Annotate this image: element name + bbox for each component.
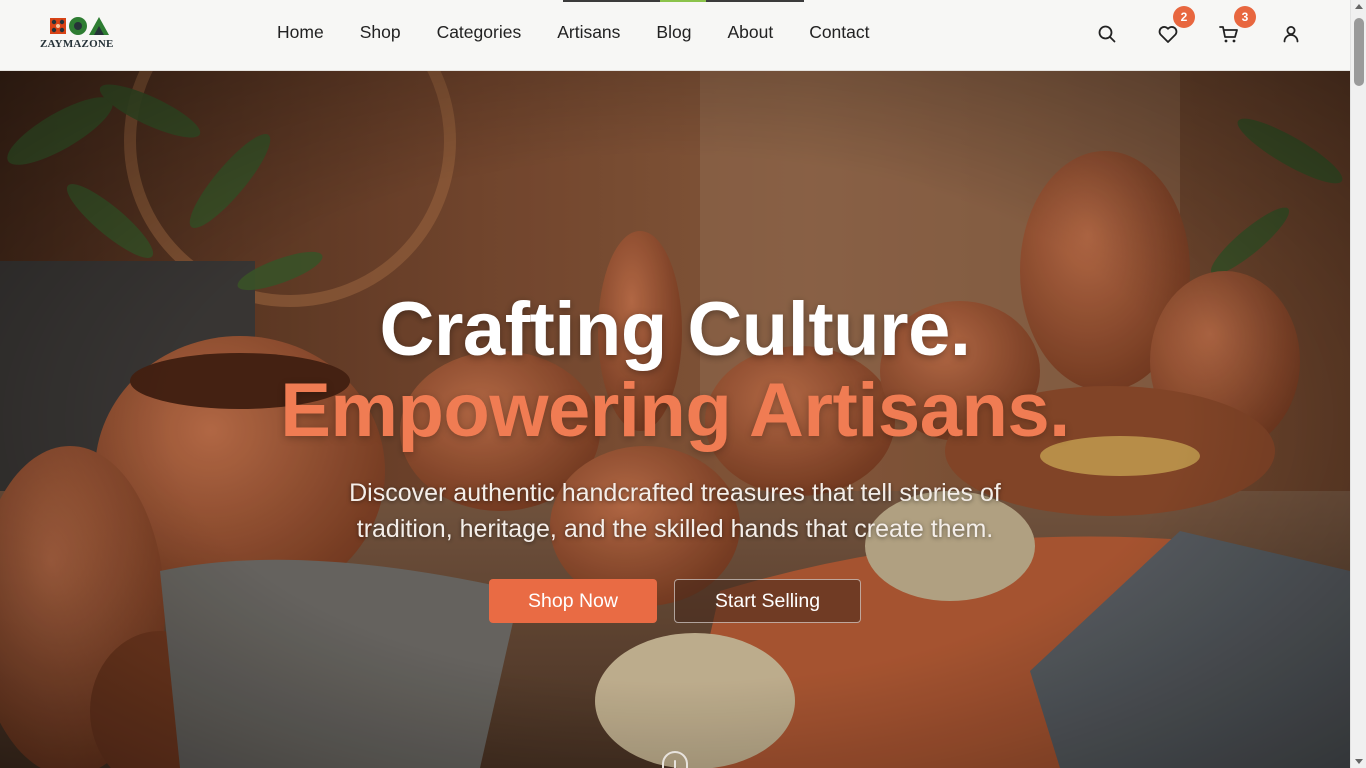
search-button[interactable] — [1095, 22, 1119, 46]
scroll-wheel — [674, 760, 676, 768]
shop-now-button[interactable]: Shop Now — [489, 579, 657, 623]
site-header: ZAYMAZONE Home Shop Categories Artisans … — [0, 0, 1350, 71]
nav-categories[interactable]: Categories — [437, 22, 522, 43]
hero-subtitle-line-2: tradition, heritage, and the skilled han… — [356, 515, 994, 543]
cart-count-badge: 3 — [1234, 6, 1256, 28]
nav-home[interactable]: Home — [277, 22, 324, 43]
hero-subtitle: Discover authentic handcrafted treasures… — [275, 475, 1075, 547]
scroll-up-arrow-icon[interactable] — [1355, 4, 1363, 9]
page: ZAYMAZONE Home Shop Categories Artisans … — [0, 0, 1366, 768]
nav-shop[interactable]: Shop — [360, 22, 401, 43]
nav-contact[interactable]: Contact — [809, 22, 869, 43]
mouse-scroll-icon[interactable] — [662, 751, 688, 768]
start-selling-button[interactable]: Start Selling — [674, 579, 861, 623]
page-loading-bar — [563, 0, 804, 2]
hero-title-line-1: Crafting Culture. — [379, 287, 971, 372]
nav-blog[interactable]: Blog — [656, 22, 691, 43]
page-scrollbar[interactable] — [1350, 0, 1366, 768]
loading-bar-segment — [660, 0, 706, 2]
main-nav: Home Shop Categories Artisans Blog About… — [277, 22, 870, 43]
header-actions: 2 3 — [1090, 6, 1350, 50]
scrollbar-thumb[interactable] — [1354, 18, 1364, 86]
logo-text: ZAYMAZONE — [40, 38, 114, 50]
hero-content: Crafting Culture. Empowering Artisans. D… — [0, 71, 1350, 768]
hero-subtitle-line-1: Discover authentic handcrafted treasures… — [349, 479, 1001, 507]
scroll-down-arrow-icon[interactable] — [1355, 759, 1363, 764]
wishlist-button[interactable]: 2 — [1156, 6, 1195, 46]
hero-title-line-2: Empowering Artisans. — [280, 368, 1070, 453]
nav-artisans[interactable]: Artisans — [557, 22, 620, 43]
user-icon — [1283, 26, 1299, 43]
wishlist-count-badge: 2 — [1173, 6, 1195, 28]
logo-shapes-icon — [50, 17, 109, 35]
cart-button[interactable]: 3 — [1217, 6, 1256, 46]
logo[interactable]: ZAYMAZONE — [40, 16, 120, 54]
search-icon — [1098, 25, 1116, 43]
logo-mark — [46, 16, 120, 36]
nav-about[interactable]: About — [727, 22, 773, 43]
hero-section: Crafting Culture. Empowering Artisans. D… — [0, 71, 1350, 768]
account-button[interactable] — [1279, 22, 1303, 46]
